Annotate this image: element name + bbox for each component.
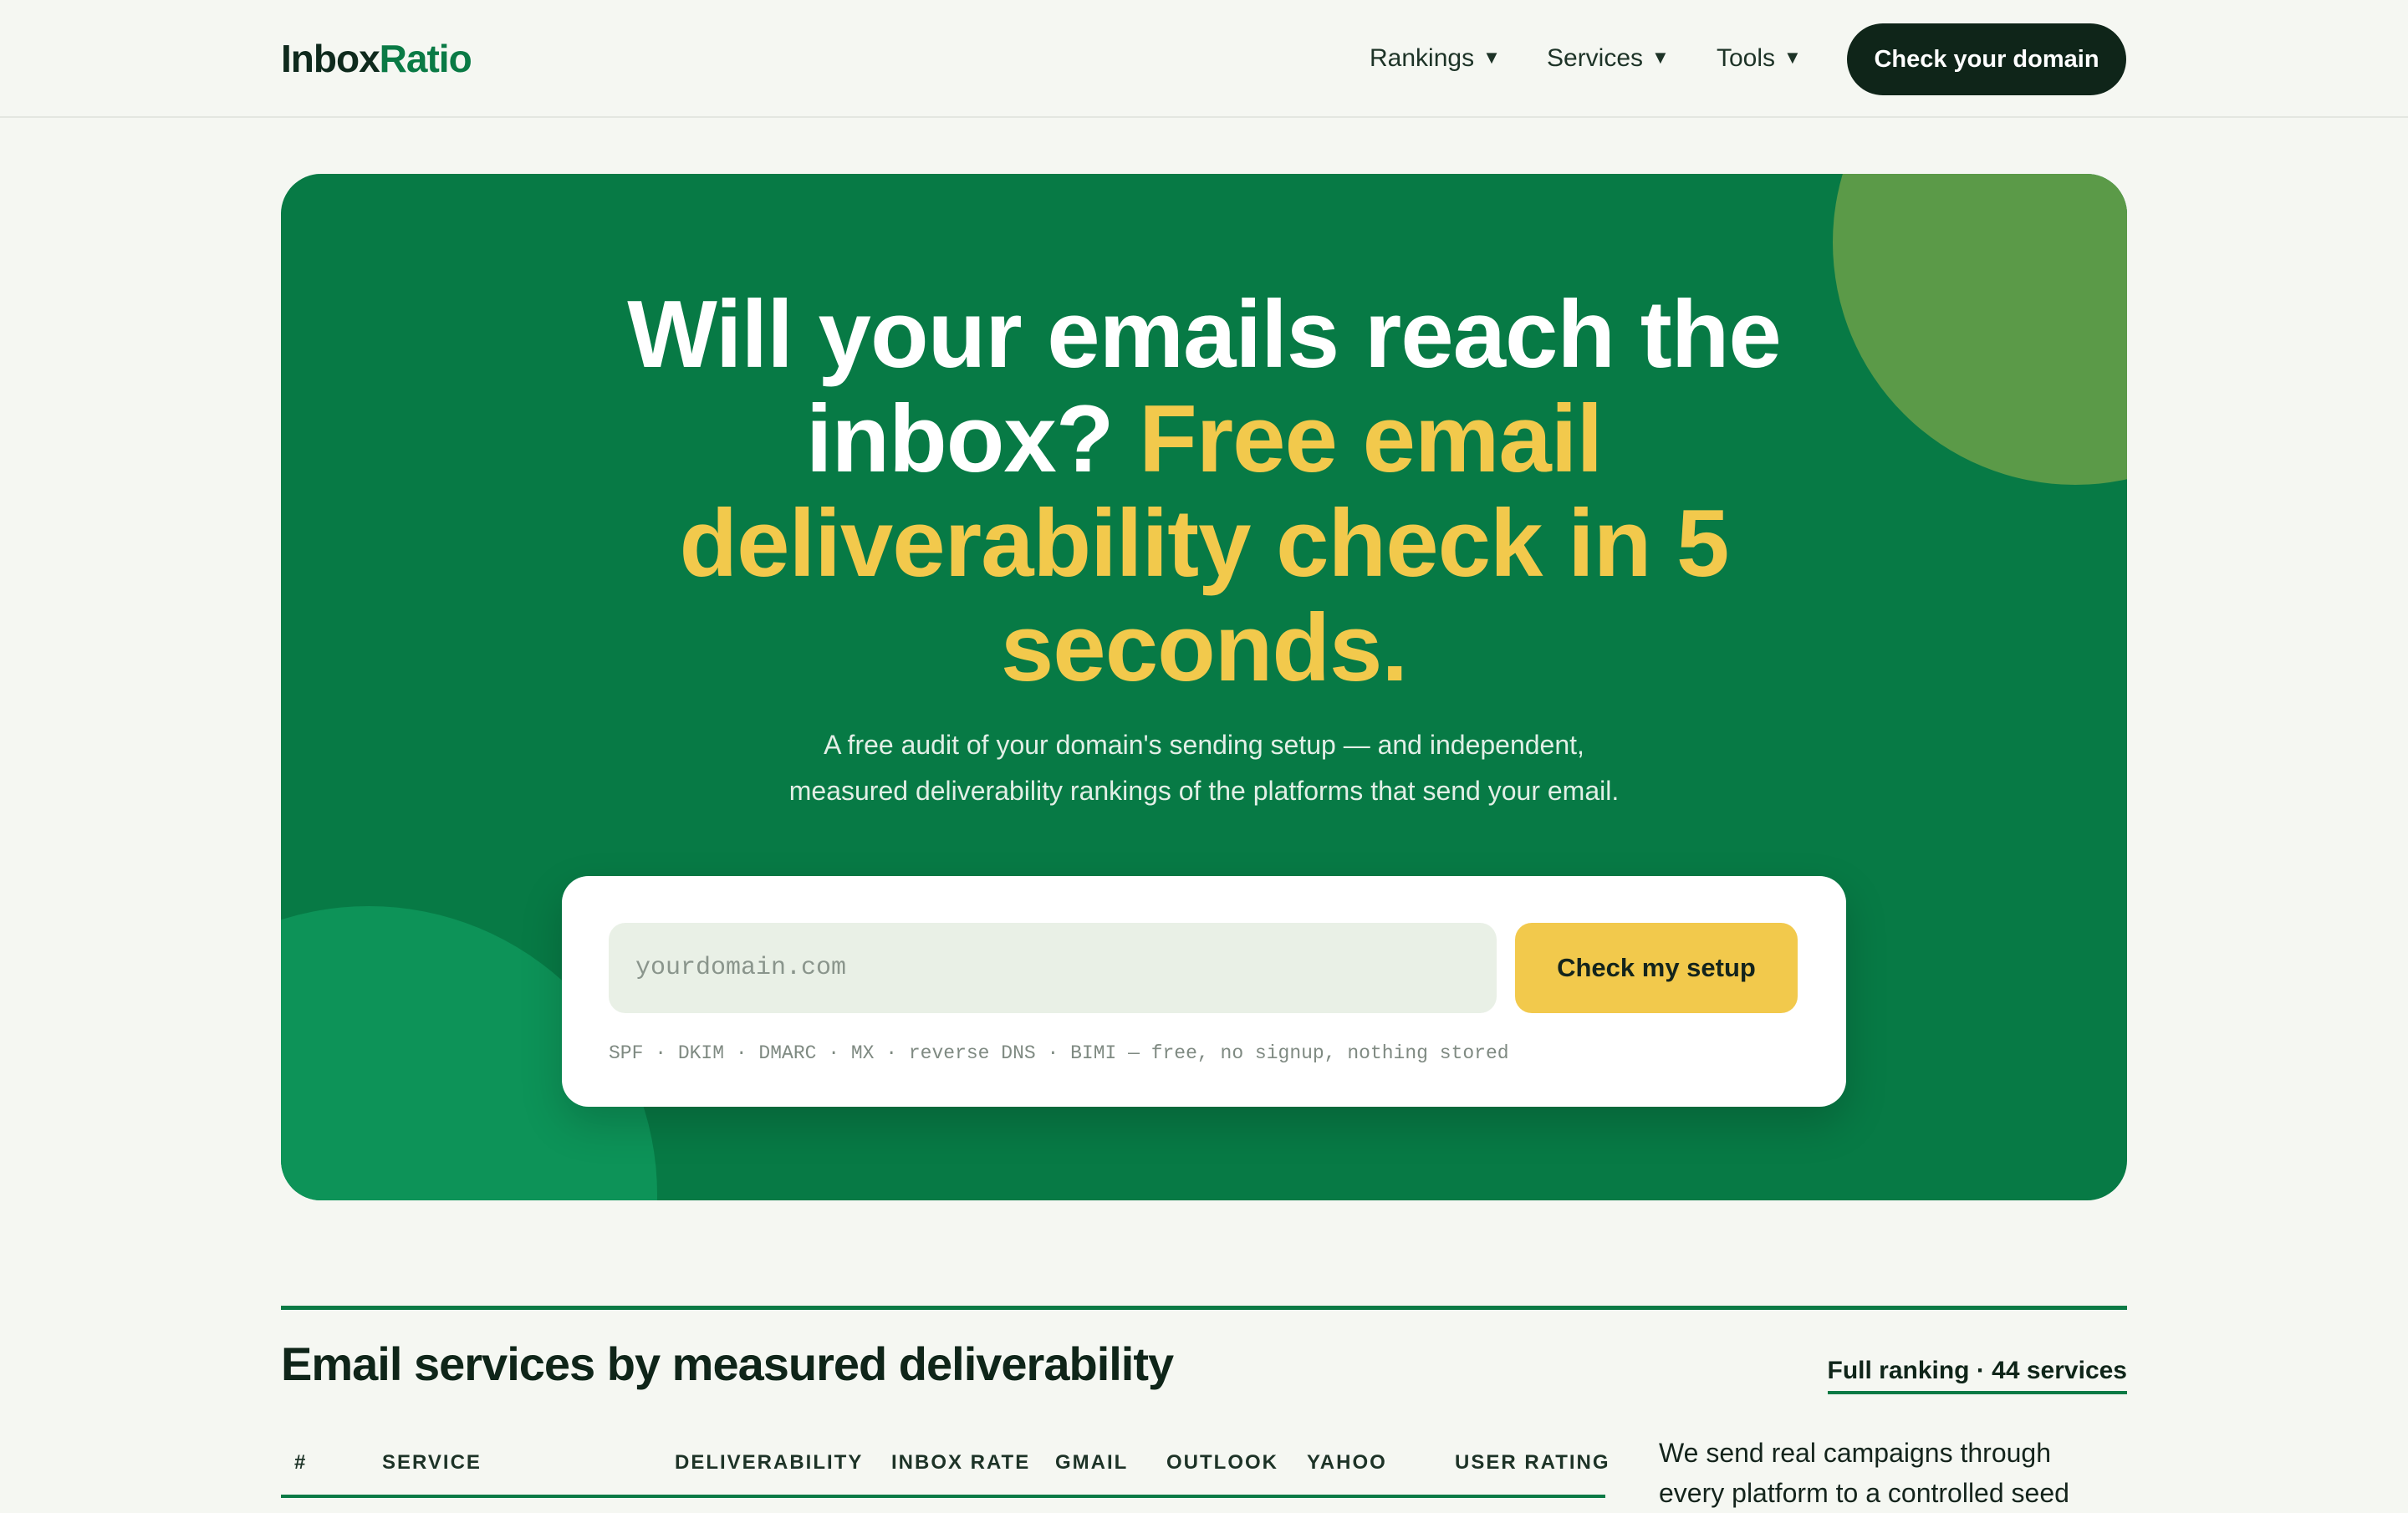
decorative-circle-top-right: [1833, 174, 2127, 485]
methodology-text: We send real campaigns through every pla…: [1659, 1433, 2127, 1513]
check-domain-button[interactable]: Check your domain: [1847, 23, 2126, 95]
hero-subtitle-line-1: A free audit of your domain's sending se…: [824, 730, 1584, 760]
nav-rankings-label: Rankings: [1370, 44, 1475, 72]
nav-services[interactable]: Services ▼: [1547, 40, 1670, 79]
hero-section: Will your emails reach the inbox? Free e…: [281, 174, 2127, 1200]
section-divider: [281, 1306, 2127, 1310]
column-header-service[interactable]: SERVICE: [382, 1451, 482, 1475]
logo-text-inbox: Inbox: [281, 37, 380, 80]
column-header-rank[interactable]: #: [294, 1451, 307, 1475]
nav-rankings[interactable]: Rankings ▼: [1370, 40, 1501, 79]
domain-input[interactable]: [609, 923, 1497, 1013]
nav-tools-label: Tools: [1717, 44, 1776, 72]
nav-tools[interactable]: Tools ▼: [1717, 40, 1802, 79]
nav-services-label: Services: [1547, 44, 1644, 72]
hero-subtitle-line-2: measured deliverability rankings of the …: [788, 776, 1620, 806]
full-ranking-link[interactable]: Full ranking · 44 services: [1827, 1353, 2127, 1394]
logo[interactable]: InboxRatio: [281, 33, 472, 84]
chevron-down-icon: ▼: [1482, 47, 1501, 68]
column-header-inbox-rate[interactable]: INBOX RATE: [891, 1451, 1030, 1475]
column-header-user-rating[interactable]: USER RATING: [1455, 1451, 1610, 1475]
form-note: SPF · DKIM · DMARC · MX · reverse DNS · …: [609, 1042, 1509, 1064]
chevron-down-icon: ▼: [1783, 47, 1802, 68]
hero-title: Will your emails reach the inbox? Free e…: [557, 283, 1851, 700]
methodology-text-line-2: every platform to a controlled seed: [1659, 1478, 2069, 1508]
column-header-outlook[interactable]: OUTLOOK: [1166, 1451, 1278, 1475]
site-header: InboxRatio Rankings ▼ Services ▼ Tools ▼ Ch…: [0, 0, 2408, 118]
check-setup-button[interactable]: Check my setup: [1515, 923, 1798, 1013]
column-header-yahoo[interactable]: YAHOO: [1307, 1451, 1387, 1475]
column-header-deliverability[interactable]: DELIVERABILITY: [675, 1451, 863, 1475]
chevron-down-icon: ▼: [1651, 47, 1670, 68]
domain-check-form: Check my setup SPF · DKIM · DMARC · MX ·…: [562, 876, 1846, 1107]
rankings-title: Email services by measured deliverabilit…: [281, 1337, 1174, 1390]
methodology-text-line-1: We send real campaigns through: [1659, 1438, 2052, 1468]
logo-text-ratio: Ratio: [379, 37, 472, 80]
hero-subtitle: A free audit of your domain's sending se…: [619, 722, 1789, 814]
column-header-gmail[interactable]: GMAIL: [1055, 1451, 1128, 1475]
rankings-table-header: # SERVICE DELIVERABILITY INBOX RATE GMAI…: [281, 1441, 1609, 1498]
